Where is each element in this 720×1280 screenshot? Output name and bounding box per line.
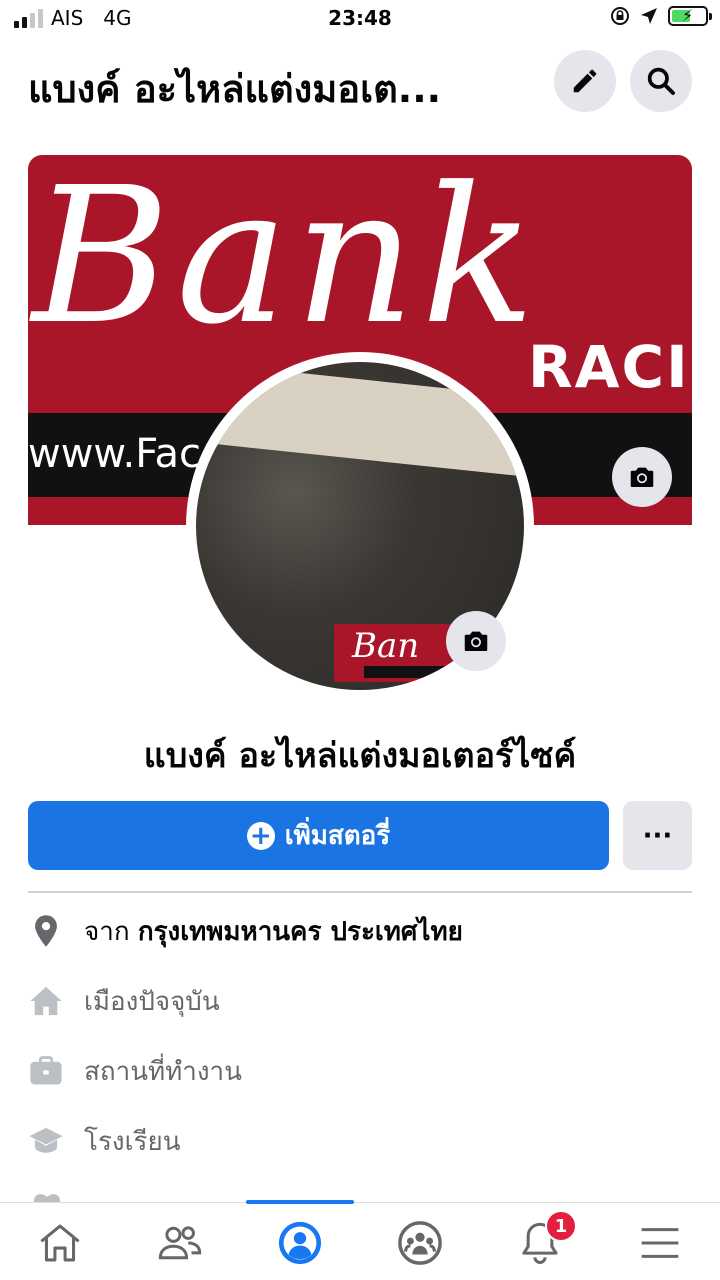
menu-icon (641, 1228, 679, 1258)
detail-hometown-text: จาก กรุงเทพมหานคร ประเทศไทย (84, 911, 463, 952)
location-arrow-icon (641, 8, 657, 24)
bottom-navigation (0, 1200, 720, 1280)
search-button[interactable] (630, 50, 692, 112)
orientation-lock-icon (611, 7, 629, 25)
detail-workplace[interactable]: สถานที่ทำงาน (28, 1046, 692, 1096)
pencil-icon (573, 69, 597, 93)
graduation-cap-icon (28, 1123, 64, 1159)
add-story-button[interactable]: + เพิ่มสตอรี่ (28, 801, 609, 870)
groups-icon (398, 1221, 442, 1265)
add-story-label: เพิ่มสตอรี่ (284, 821, 391, 851)
avatar-sticker-strip (364, 666, 474, 678)
cover-brand-text: Bank (32, 155, 542, 366)
detail-hometown-prefix: จาก (84, 916, 130, 947)
home-icon (28, 983, 64, 1019)
location-pin-icon (28, 913, 64, 949)
edit-button[interactable] (554, 50, 616, 112)
friends-icon (158, 1226, 202, 1260)
search-icon (647, 67, 675, 95)
nav-home[interactable] (12, 1211, 108, 1275)
plus-circle-icon: + (246, 821, 275, 850)
edit-cover-photo-button[interactable] (612, 447, 672, 507)
detail-current-city-label: เมืองปัจจุบัน (84, 986, 220, 1017)
top-header: แบงค์ อะไหล่แต่งมอเต... (0, 50, 720, 114)
cover-racing-text: RACI (528, 333, 690, 401)
status-right: ⚡ (610, 6, 712, 26)
detail-workplace-label: สถานที่ทำงาน (84, 1056, 242, 1087)
detail-hometown[interactable]: จาก กรุงเทพมหานคร ประเทศไทย (28, 906, 692, 956)
status-bar: AIS 4G 23:48 ⚡ (0, 0, 720, 38)
detail-hometown-value: กรุงเทพมหานคร ประเทศไทย (137, 916, 463, 947)
divider (28, 891, 692, 893)
home-icon (40, 1224, 80, 1262)
profile-name: แบงค์ อะไหล่แต่งมอเตอร์ไซค์ (143, 736, 577, 776)
nav-friends[interactable] (132, 1211, 228, 1275)
active-tab-indicator (246, 1200, 354, 1204)
detail-school[interactable]: โรงเรียน (28, 1116, 692, 1166)
camera-icon (464, 631, 488, 651)
profile-icon (278, 1221, 322, 1265)
notification-badge: 1 (545, 1210, 577, 1242)
nav-profile[interactable] (252, 1211, 348, 1275)
camera-icon (630, 467, 654, 487)
detail-current-city[interactable]: เมืองปัจจุบัน (28, 976, 692, 1026)
avatar-sticker-text: Ban (352, 626, 420, 666)
battery-icon: ⚡ (668, 6, 712, 26)
briefcase-icon (28, 1053, 64, 1089)
profile-page: AIS 4G 23:48 ⚡ แบงค์ อะไหล่แต่งมอเต... B… (0, 0, 720, 1280)
edit-profile-picture-button[interactable] (446, 611, 506, 671)
detail-school-label: โรงเรียน (84, 1126, 181, 1157)
nav-menu[interactable] (612, 1211, 708, 1275)
page-title: แบงค์ อะไหล่แต่งมอเต... (28, 67, 442, 111)
more-options-button[interactable]: ··· (623, 801, 692, 870)
nav-groups[interactable] (372, 1211, 468, 1275)
